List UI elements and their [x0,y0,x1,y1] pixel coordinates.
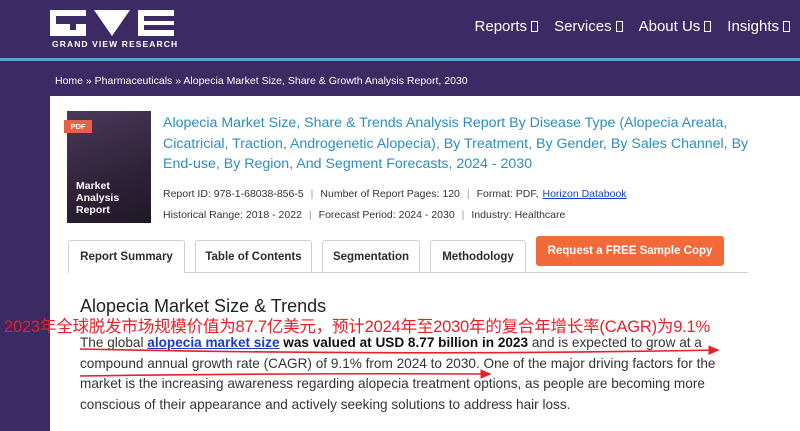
chinese-annotation-overlay: 2023年全球脱发市场规模价值为87.7亿美元，预计2024年至2030年的复合… [4,318,711,336]
breadcrumb[interactable]: Home » Pharmaceuticals » Alopecia Market… [55,75,468,87]
historical-range: Historical Range: 2018 - 2022 [163,209,302,221]
nav-about-us-label: About Us [638,18,701,35]
meta-separator: | [310,188,314,200]
nav-about-us[interactable]: About Us [639,18,712,35]
report-pages: Number of Report Pages: 120 [320,188,460,200]
nav-services[interactable]: Services [554,18,623,35]
dropdown-icon [615,21,623,32]
forecast-period: Forecast Period: 2024 - 2030 [318,209,455,221]
report-meta-row-1: Report ID: 978-1-68038-856-5 | Number of… [163,188,627,200]
arrow-line-2 [79,369,492,379]
nav-insights[interactable]: Insights [727,18,790,35]
report-format: Format: PDF, [476,188,539,200]
report-id: Report ID: 978-1-68038-856-5 [163,188,304,200]
report-meta-row-2: Historical Range: 2018 - 2022 | Forecast… [163,209,565,221]
report-title: Alopecia Market Size, Share & Trends Ana… [163,115,749,172]
tab-table-of-contents[interactable]: Table of Contents [195,240,312,272]
pdf-badge: PDF [64,120,92,133]
main-nav: Reports Services About Us Insights [475,18,790,35]
request-sample-button[interactable]: Request a FREE Sample Copy [536,236,724,266]
nav-insights-label: Insights [727,18,779,35]
logo-mark-icon [50,10,174,36]
tab-segmentation[interactable]: Segmentation [322,240,420,272]
nav-services-label: Services [554,18,612,35]
arrow-line-1 [79,345,720,355]
horizon-databook-link[interactable]: Horizon Databook [542,188,626,200]
nav-reports-label: Reports [474,18,528,35]
cover-text: Market Analysis Report [76,180,120,216]
meta-separator: | [461,209,465,221]
dropdown-icon [704,21,712,32]
tab-methodology[interactable]: Methodology [430,240,526,272]
meta-separator: | [308,209,312,221]
dropdown-icon [783,21,790,32]
report-tabs: Report Summary Table of Contents Segment… [68,236,724,273]
meta-separator: | [466,188,470,200]
header-accent-line [0,58,800,61]
industry: Industry: Healthcare [471,209,566,221]
site-logo[interactable]: GRAND VIEW RESEARCH [50,10,180,50]
dropdown-icon [531,21,539,32]
tab-report-summary[interactable]: Report Summary [68,240,185,273]
nav-reports[interactable]: Reports [475,18,539,35]
logo-text: GRAND VIEW RESEARCH [52,39,179,49]
annotation-arrows [79,345,720,379]
